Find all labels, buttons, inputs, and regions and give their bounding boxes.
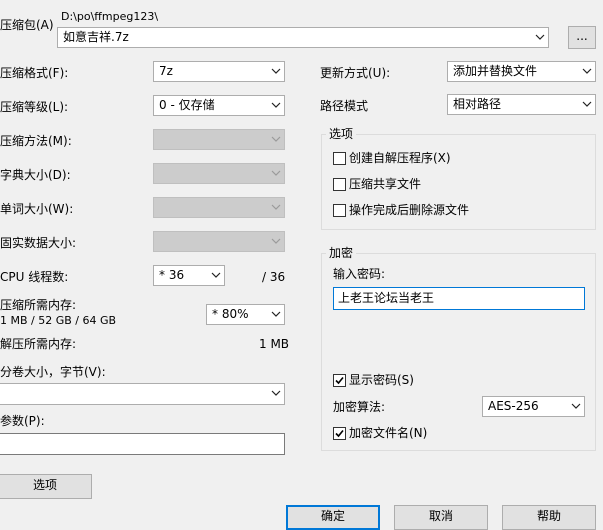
- chevron-down-icon: [271, 136, 281, 142]
- encrypt-names-checkbox[interactable]: [333, 427, 346, 440]
- mem-comp-value: * 80%: [212, 307, 249, 321]
- encrypt-group: [321, 253, 596, 451]
- options-group-title: 选项: [326, 127, 357, 141]
- pathmode-combo[interactable]: 相对路径: [447, 94, 596, 115]
- cpu-total: / 36: [262, 270, 286, 284]
- help-button[interactable]: 帮助: [502, 505, 596, 530]
- level-combo[interactable]: 0 - 仅存储: [153, 95, 285, 116]
- checkmark-icon: [335, 429, 344, 438]
- chevron-down-icon: [271, 238, 281, 244]
- cpu-label: CPU 线程数:: [0, 270, 69, 284]
- chevron-down-icon: [271, 311, 281, 317]
- browse-button[interactable]: ...: [568, 26, 596, 49]
- chevron-down-icon: [211, 272, 221, 278]
- chevron-down-icon: [271, 204, 281, 210]
- chevron-down-icon: [582, 68, 592, 74]
- archive-name-combo[interactable]: 如意吉祥.7z: [57, 27, 549, 48]
- solid-label: 固实数据大小:: [0, 236, 77, 250]
- pathmode-value: 相对路径: [453, 97, 502, 111]
- chevron-down-icon: [582, 101, 592, 107]
- archive-label: 压缩包(A): [0, 18, 54, 32]
- encrypt-method-label: 加密算法:: [333, 400, 386, 414]
- split-combo[interactable]: [0, 383, 285, 405]
- show-password-checkbox[interactable]: [333, 374, 346, 387]
- shared-checkbox[interactable]: [333, 178, 346, 191]
- checkmark-icon: [335, 376, 344, 385]
- mem-decomp-value: 1 MB: [259, 337, 290, 351]
- update-combo[interactable]: 添加并替换文件: [447, 61, 596, 82]
- params-input[interactable]: [0, 433, 285, 455]
- format-combo[interactable]: 7z: [153, 61, 285, 82]
- mem-comp-label: 压缩所需内存:: [0, 298, 77, 312]
- encrypt-method-combo[interactable]: AES-256: [482, 396, 585, 417]
- method-combo[interactable]: [153, 129, 285, 150]
- password-input[interactable]: 上老王论坛当老王: [333, 287, 585, 310]
- mem-comp-combo[interactable]: * 80%: [206, 304, 285, 325]
- archive-name-value: 如意吉祥.7z: [63, 30, 129, 44]
- method-label: 压缩方法(M):: [0, 134, 72, 148]
- cpu-value: * 36: [159, 268, 185, 282]
- level-label: 压缩等级(L):: [0, 100, 69, 114]
- format-value: 7z: [159, 64, 173, 78]
- update-value: 添加并替换文件: [453, 64, 538, 78]
- split-label: 分卷大小，字节(V):: [0, 365, 106, 379]
- chevron-down-icon: [535, 34, 545, 40]
- chevron-down-icon: [271, 390, 281, 396]
- sfx-checkbox[interactable]: [333, 152, 346, 165]
- chevron-down-icon: [271, 68, 281, 74]
- delete-after-label: 操作完成后删除源文件: [349, 203, 470, 217]
- password-label: 输入密码:: [333, 267, 386, 281]
- shared-label: 压缩共享文件: [349, 177, 422, 191]
- ok-button[interactable]: 确定: [286, 505, 380, 530]
- encrypt-group-title: 加密: [326, 246, 357, 260]
- chevron-down-icon: [271, 170, 281, 176]
- word-combo[interactable]: [153, 197, 285, 218]
- pathmode-label: 路径模式: [320, 99, 369, 113]
- show-password-label: 显示密码(S): [349, 373, 414, 387]
- dict-label: 字典大小(D):: [0, 168, 71, 182]
- delete-after-checkbox[interactable]: [333, 204, 346, 217]
- solid-combo[interactable]: [153, 231, 285, 252]
- format-label: 压缩格式(F):: [0, 66, 69, 80]
- cpu-combo[interactable]: * 36: [153, 265, 225, 286]
- options-button[interactable]: 选项: [0, 474, 92, 499]
- mem-decomp-label: 解压所需内存:: [0, 337, 77, 351]
- mem-comp-detail: 1 MB / 52 GB / 64 GB: [0, 314, 117, 327]
- dict-combo[interactable]: [153, 163, 285, 184]
- word-label: 单词大小(W):: [0, 202, 74, 216]
- chevron-down-icon: [571, 403, 581, 409]
- level-value: 0 - 仅存储: [159, 98, 215, 112]
- archive-path: D:\po\ffmpeg123\: [61, 10, 159, 23]
- sfx-label: 创建自解压程序(X): [349, 151, 451, 165]
- cancel-button[interactable]: 取消: [394, 505, 488, 530]
- encrypt-names-label: 加密文件名(N): [349, 426, 428, 440]
- chevron-down-icon: [271, 102, 281, 108]
- encrypt-method-value: AES-256: [488, 399, 539, 413]
- params-label: 参数(P):: [0, 414, 45, 428]
- update-label: 更新方式(U):: [320, 66, 391, 80]
